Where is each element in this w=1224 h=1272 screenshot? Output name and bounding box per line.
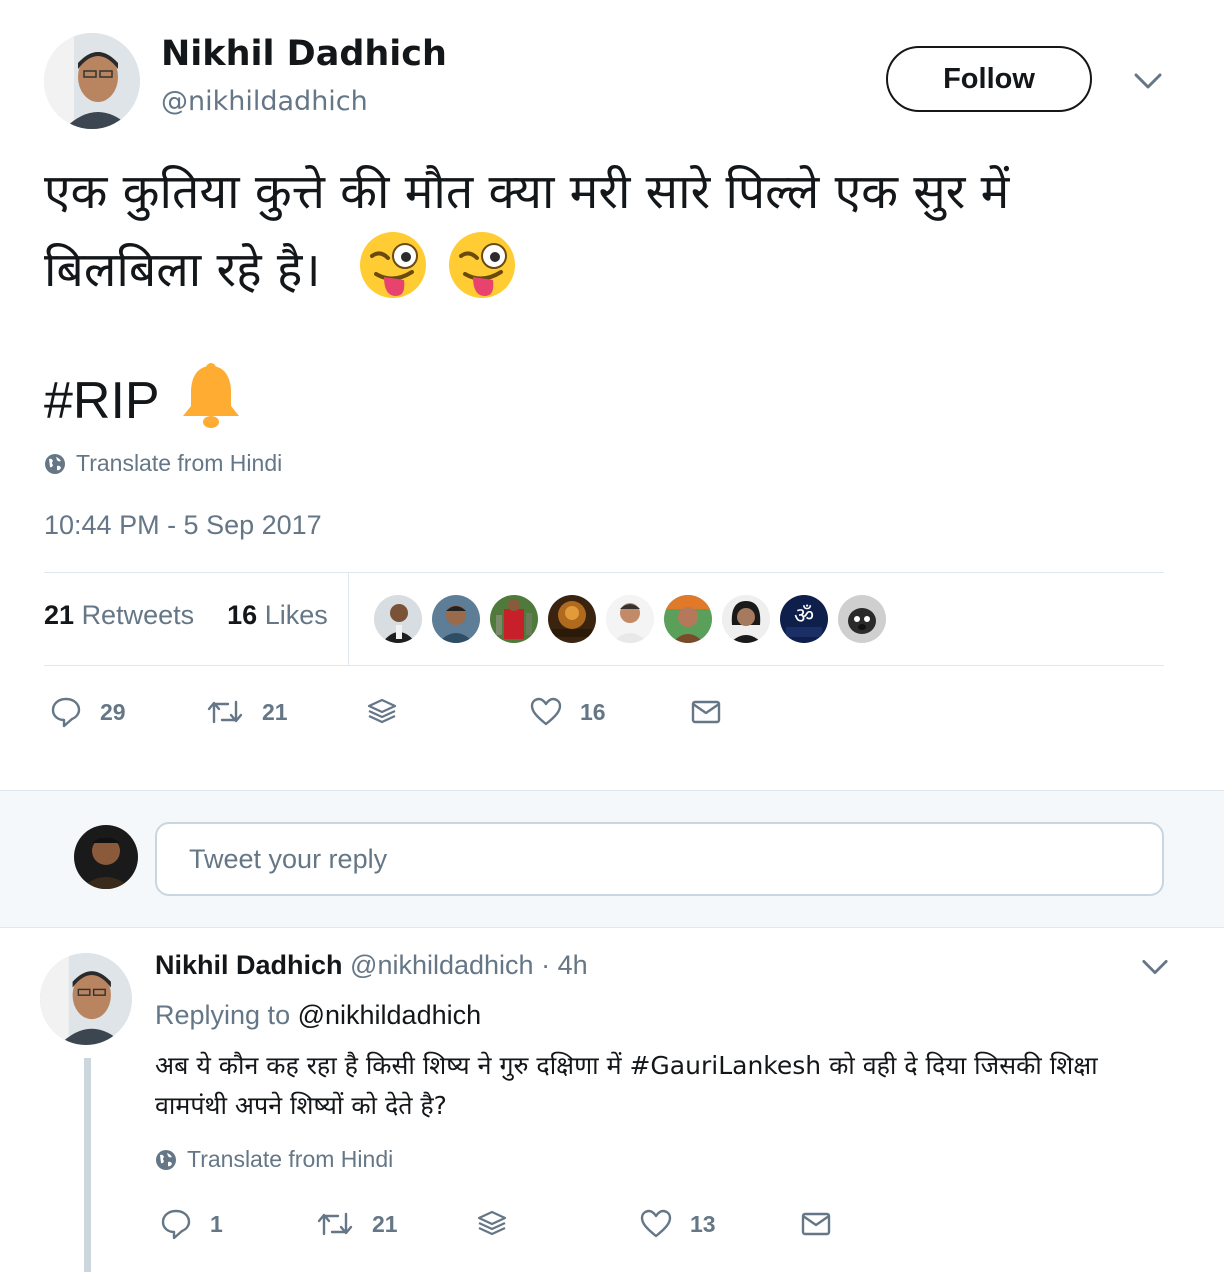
envelope-icon bbox=[801, 1212, 831, 1236]
reply-text-line: वामपंथी अपने शिष्यों को देते है? bbox=[155, 1091, 447, 1120]
separator-dot: · bbox=[541, 950, 551, 980]
likes-stat[interactable]: 16 Likes bbox=[227, 600, 328, 630]
direct-message-action[interactable] bbox=[690, 696, 722, 728]
winking-tongue-emoji-icon bbox=[358, 230, 428, 316]
thread-line bbox=[84, 1058, 91, 1272]
liker-avatar[interactable] bbox=[548, 595, 596, 643]
translate-link[interactable]: Translate from Hindi bbox=[44, 450, 282, 477]
like-action[interactable]: 13 bbox=[640, 1208, 716, 1240]
retweet-icon bbox=[317, 1212, 353, 1236]
reply-input[interactable] bbox=[155, 822, 1164, 896]
liker-avatar[interactable] bbox=[664, 595, 712, 643]
retweet-action[interactable]: 21 bbox=[316, 1208, 398, 1240]
reply-header: Nikhil Dadhich @nikhildadhich · 4h bbox=[155, 950, 588, 981]
layers-icon bbox=[477, 1210, 507, 1236]
liker-avatar[interactable]: ॐ bbox=[780, 595, 828, 643]
reply-time[interactable]: 4h bbox=[558, 950, 588, 980]
liker-avatar[interactable] bbox=[606, 595, 654, 643]
author-name[interactable]: Nikhil Dadhich bbox=[161, 34, 447, 74]
chevron-down-icon[interactable] bbox=[1140, 953, 1170, 981]
stack-action[interactable] bbox=[476, 1208, 508, 1240]
likes-count: 16 bbox=[227, 600, 258, 630]
reply-author-avatar[interactable] bbox=[40, 953, 132, 1045]
author-handle[interactable]: @nikhildadhich bbox=[161, 86, 368, 117]
like-action[interactable]: 16 bbox=[530, 696, 606, 728]
reply-count: 29 bbox=[100, 698, 126, 725]
divider bbox=[44, 572, 1164, 573]
reply-icon bbox=[51, 697, 81, 728]
tweet-text-line: एक कुतिया कुत्ते की मौत क्या मरी सारे पि… bbox=[44, 164, 1010, 220]
winking-tongue-emoji-icon bbox=[447, 230, 517, 316]
replying-to-handle[interactable]: @nikhildadhich bbox=[298, 1000, 482, 1030]
heart-icon bbox=[640, 1209, 672, 1238]
like-count: 13 bbox=[690, 1210, 716, 1237]
heart-icon bbox=[530, 697, 562, 726]
translate-label: Translate from Hindi bbox=[76, 450, 283, 476]
retweets-label: Retweets bbox=[81, 600, 195, 630]
divider bbox=[44, 665, 1164, 666]
bell-emoji-icon bbox=[179, 362, 243, 447]
tweet-text-fragment: बिलबिला रहे है। bbox=[44, 242, 321, 298]
liker-avatar[interactable] bbox=[722, 595, 770, 643]
reply-count: 1 bbox=[210, 1210, 223, 1237]
tweet-text-line: बिलबिला रहे है। bbox=[44, 230, 517, 316]
retweet-count: 21 bbox=[372, 1210, 398, 1237]
stats-divider bbox=[348, 572, 349, 666]
tweet-stats: 21 Retweets 16 Likes bbox=[44, 600, 328, 631]
author-avatar[interactable] bbox=[44, 33, 140, 129]
tweet-timestamp[interactable]: 10:44 PM - 5 Sep 2017 bbox=[44, 510, 322, 541]
tweet-text-line: #RIP bbox=[44, 362, 243, 447]
reply-action[interactable]: 29 bbox=[50, 696, 126, 728]
retweet-count: 21 bbox=[262, 698, 288, 725]
stack-action[interactable] bbox=[366, 696, 398, 728]
reply-author-name[interactable]: Nikhil Dadhich bbox=[155, 950, 343, 980]
reply-text-line: अब ये कौन कह रहा है किसी शिष्य ने गुरु द… bbox=[155, 1051, 1098, 1080]
retweet-action[interactable]: 21 bbox=[206, 696, 288, 728]
replying-to: Replying to @nikhildadhich bbox=[155, 1000, 481, 1031]
reply-action[interactable]: 1 bbox=[160, 1208, 223, 1240]
retweet-icon bbox=[207, 700, 243, 724]
translate-link[interactable]: Translate from Hindi bbox=[155, 1146, 393, 1173]
globe-icon bbox=[45, 453, 65, 474]
retweets-count: 21 bbox=[44, 600, 75, 630]
current-user-avatar[interactable] bbox=[74, 825, 138, 889]
translate-label: Translate from Hindi bbox=[187, 1146, 394, 1172]
retweets-stat[interactable]: 21 Retweets bbox=[44, 600, 194, 630]
like-count: 16 bbox=[580, 698, 606, 725]
envelope-icon bbox=[691, 700, 721, 724]
svg-text:ॐ: ॐ bbox=[794, 604, 814, 629]
follow-button[interactable]: Follow bbox=[886, 46, 1092, 112]
replying-prefix: Replying to bbox=[155, 1000, 291, 1030]
liker-avatar[interactable] bbox=[838, 595, 886, 643]
globe-icon bbox=[156, 1149, 176, 1170]
liker-avatar[interactable] bbox=[490, 595, 538, 643]
liker-avatar[interactable] bbox=[374, 595, 422, 643]
layers-icon bbox=[367, 698, 397, 724]
liker-avatar[interactable] bbox=[432, 595, 480, 643]
hashtag-link[interactable]: #RIP bbox=[44, 372, 159, 430]
chevron-down-icon[interactable] bbox=[1132, 66, 1164, 96]
direct-message-action[interactable] bbox=[800, 1208, 832, 1240]
likes-label: Likes bbox=[264, 600, 328, 630]
reply-author-handle[interactable]: @nikhildadhich bbox=[350, 950, 534, 980]
reply-icon bbox=[161, 1209, 191, 1240]
